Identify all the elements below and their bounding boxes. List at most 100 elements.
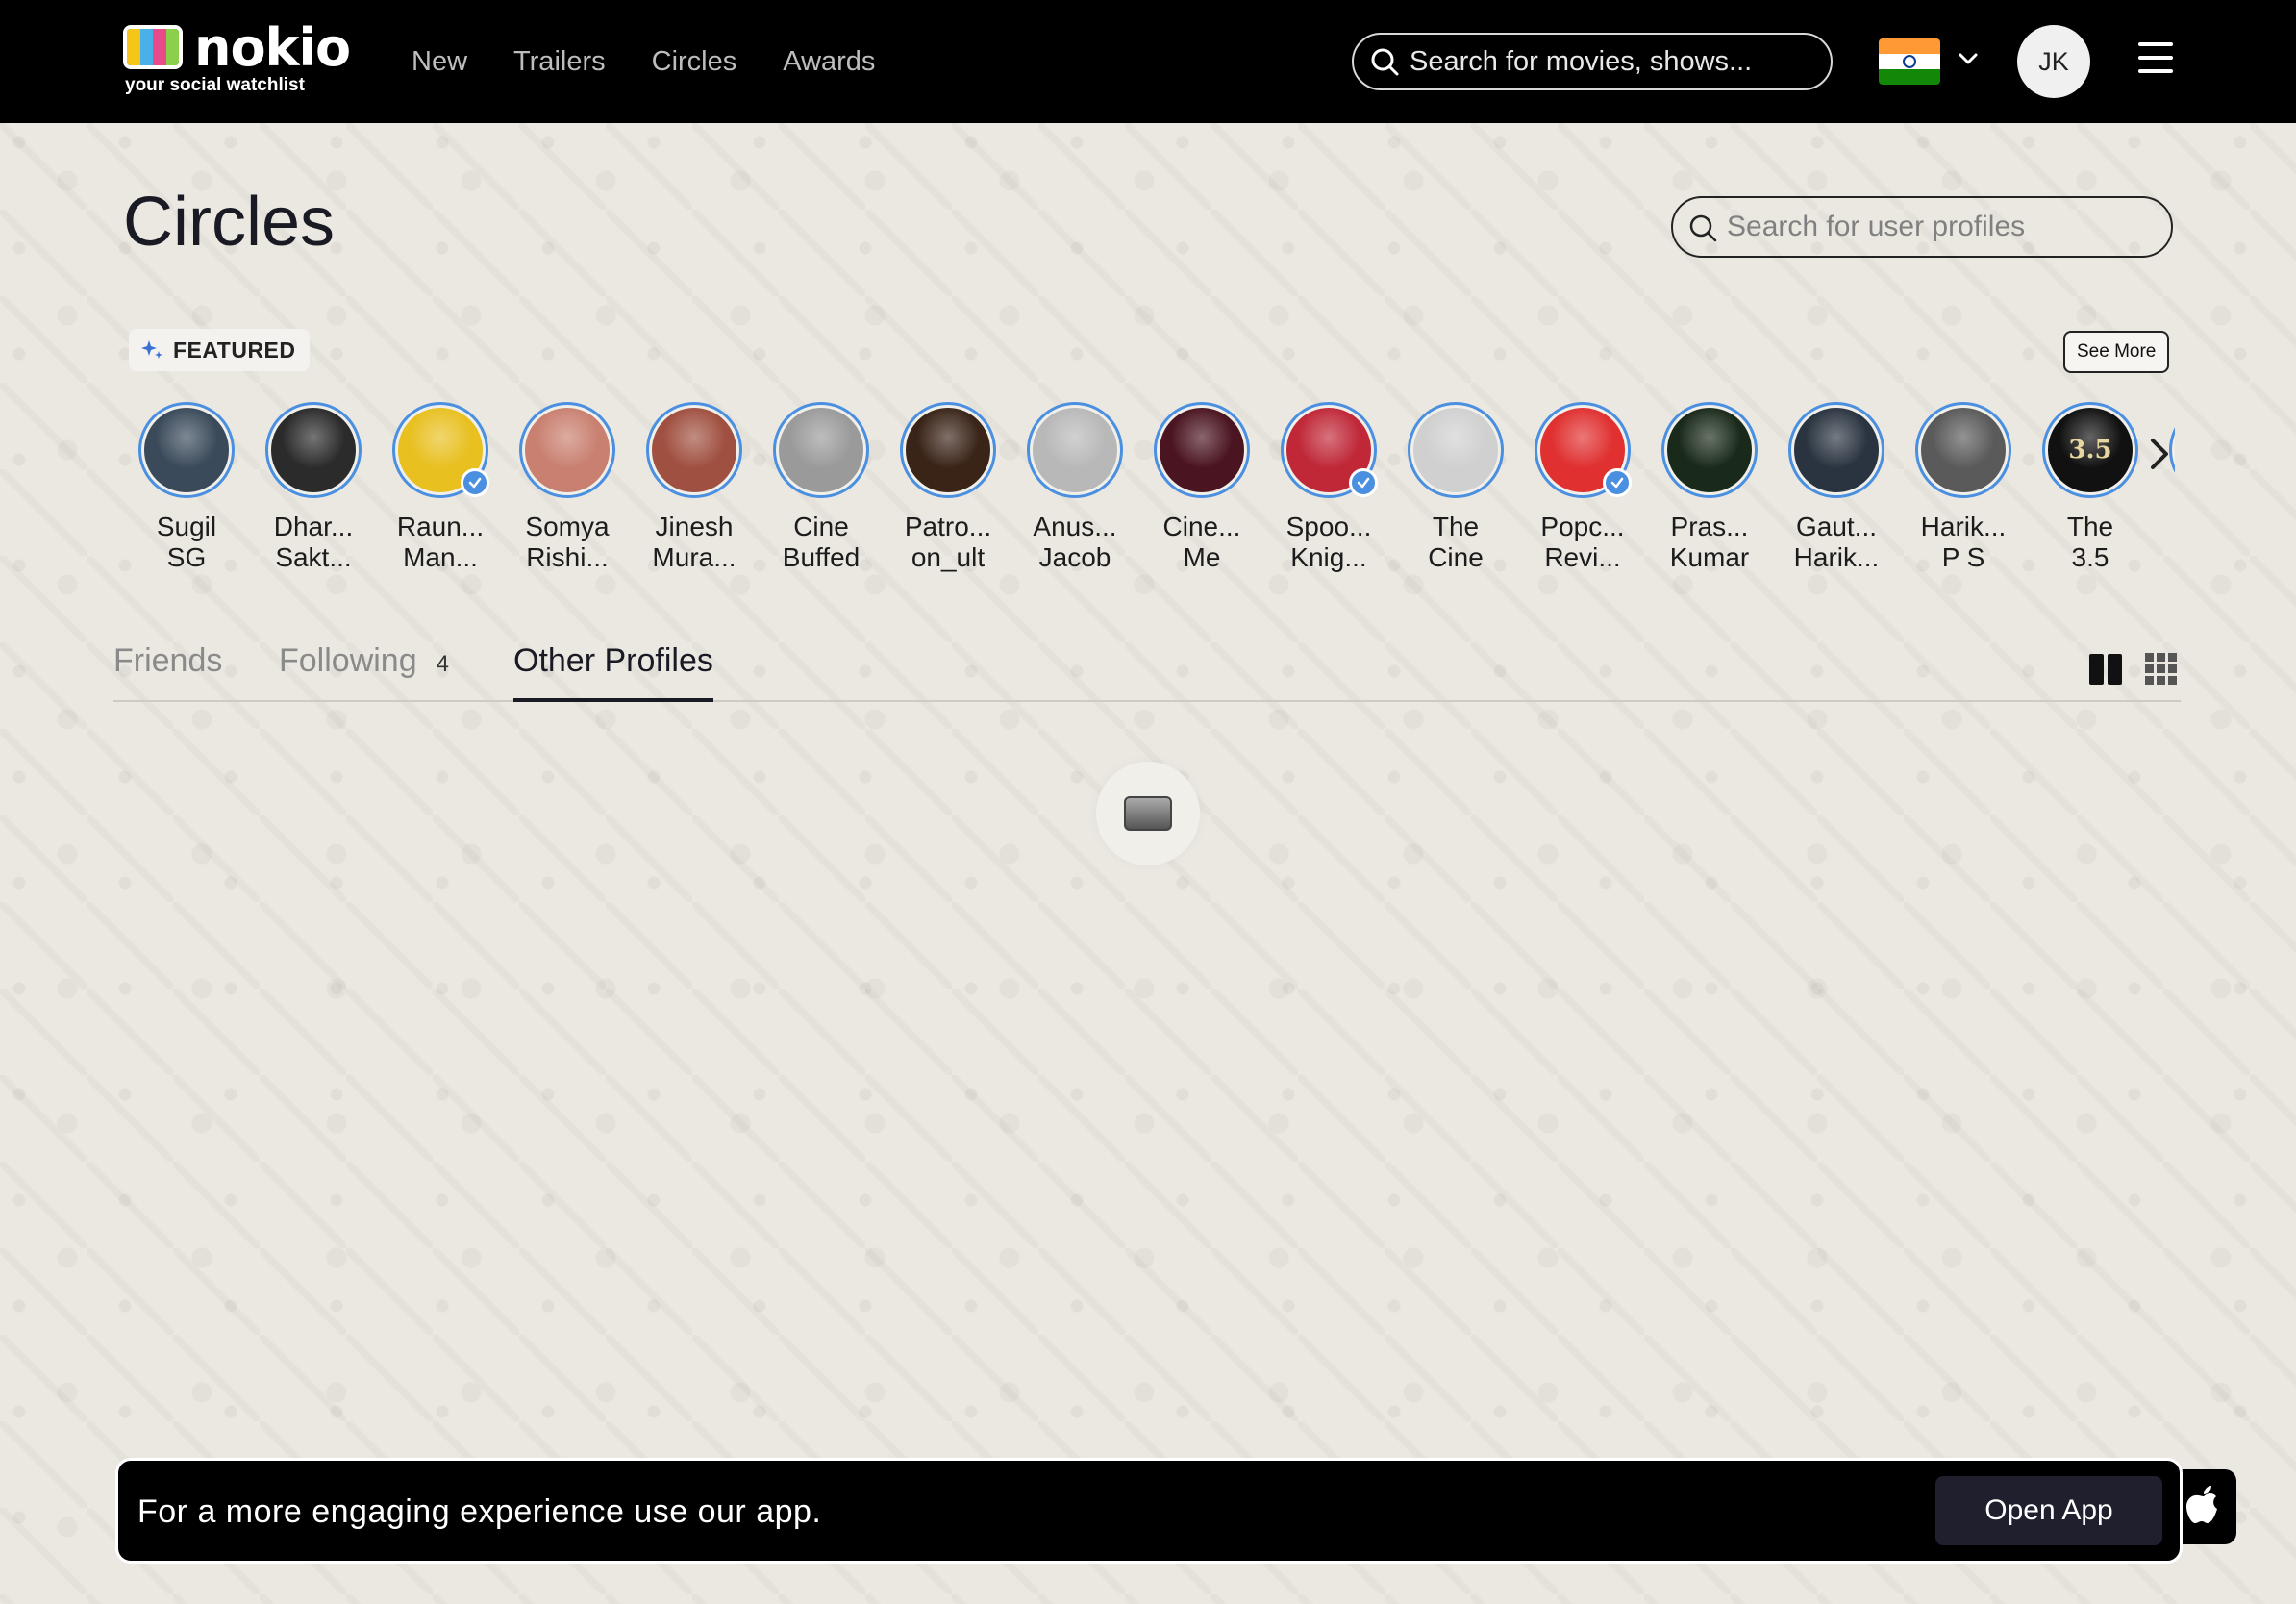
profile-picture (1160, 408, 1244, 492)
featured-profile[interactable]: Pras... Kumar (1646, 402, 1773, 573)
featured-profile[interactable]: Raun... Man... (377, 402, 504, 573)
open-app-button[interactable]: Open App (1935, 1476, 2162, 1545)
avatar (138, 402, 235, 498)
profile-search[interactable] (1671, 196, 2173, 258)
following-count: 4 (436, 651, 449, 677)
main-nav: New Trailers Circles Awards (412, 0, 875, 123)
featured-profile[interactable]: Gaut... Harik... (1773, 402, 1900, 573)
avatar (1408, 402, 1504, 498)
apple-icon (2186, 1486, 2217, 1523)
profile-picture: 3.5 (2048, 408, 2133, 492)
tv-loader-icon (1124, 796, 1172, 831)
profile-picture (1033, 408, 1117, 492)
see-more-button[interactable]: See More (2063, 331, 2170, 373)
brand-tagline: your social watchlist (125, 75, 305, 95)
nav-awards[interactable]: Awards (783, 46, 875, 78)
tab-other-profiles[interactable]: Other Profiles (513, 642, 713, 702)
profile-picture (1921, 408, 2006, 492)
profile-name: Harik... P S (1920, 512, 2007, 572)
menu-icon[interactable] (2138, 42, 2173, 77)
two-column-view-icon[interactable] (2088, 652, 2123, 687)
banner-message: For a more engaging experience use our a… (137, 1493, 822, 1530)
avatar (1154, 402, 1250, 498)
search-icon (1371, 48, 1399, 76)
profile-name: Jinesh Mura... (652, 512, 736, 572)
featured-profile[interactable]: Cine... Me (1138, 402, 1265, 573)
profile-search-input[interactable] (1727, 211, 2150, 243)
featured-profile[interactable]: The Cine (1392, 402, 1519, 573)
profile-picture (525, 408, 610, 492)
featured-label: FEATURED (129, 329, 310, 371)
avatar (392, 402, 489, 498)
avatar (1535, 402, 1632, 498)
tv-logo-icon (123, 25, 183, 69)
nav-new[interactable]: New (412, 46, 467, 78)
global-search-input[interactable] (1410, 45, 1813, 78)
profile-name: Dhar... Sakt... (273, 512, 354, 572)
avatar (519, 402, 615, 498)
profile-name: Cine... Me (1162, 512, 1241, 572)
india-flag-icon[interactable] (1879, 38, 1940, 85)
tab-friends[interactable]: Friends (113, 642, 222, 702)
profile-name: Cine Buffed (782, 512, 861, 572)
brand-name: nokio (194, 17, 351, 78)
avatar (1281, 402, 1378, 498)
chevron-down-icon[interactable] (1956, 46, 1981, 71)
profile-picture (1794, 408, 1879, 492)
featured-profile[interactable]: Popc... Revi... (1519, 402, 1646, 573)
avatar (900, 402, 996, 498)
app-download-banner: For a more engaging experience use our a… (115, 1458, 2183, 1564)
chevron-right-icon[interactable] (2138, 425, 2181, 483)
avatar (1788, 402, 1884, 498)
featured-profile[interactable]: Cine Buffed (758, 402, 885, 573)
profile-name: Popc... Revi... (1540, 512, 1625, 572)
featured-profile[interactable]: Patro... on_ult (885, 402, 1011, 573)
featured-profile[interactable]: Anus... Jacob (1011, 402, 1138, 573)
profile-name: Anus... Jacob (1033, 512, 1117, 572)
verified-check-icon (461, 468, 489, 497)
profile-name: The 3.5 (2066, 512, 2114, 572)
nokio-logo[interactable]: nokio your social watchlist (123, 17, 351, 100)
view-toggle (2088, 652, 2179, 687)
top-navigation-bar: nokio your social watchlist New Trailers… (0, 0, 2296, 123)
profile-picture (1667, 408, 1752, 492)
profile-picture (779, 408, 863, 492)
global-search[interactable] (1352, 33, 1833, 90)
profile-name: Raun... Man... (396, 512, 485, 572)
nav-circles[interactable]: Circles (652, 46, 737, 78)
tab-following[interactable]: Following 4 (279, 642, 449, 702)
featured-profile[interactable]: Sugil SG (123, 402, 250, 573)
profile-picture (271, 408, 356, 492)
profile-picture (1413, 408, 1498, 492)
profile-picture (906, 408, 990, 492)
avatar (1661, 402, 1758, 498)
profile-name: Sugil SG (156, 512, 217, 572)
avatar: 3.5 (2042, 402, 2138, 498)
featured-profile[interactable]: Jinesh Mura... (631, 402, 758, 573)
profile-name: Patro... on_ult (904, 512, 992, 572)
grid-view-icon[interactable] (2144, 652, 2179, 687)
avatar (646, 402, 742, 498)
featured-profile[interactable]: Spoo... Knig... (1265, 402, 1392, 573)
profile-name: Gaut... Harik... (1793, 512, 1880, 572)
featured-profile[interactable]: Somya Rishi... (504, 402, 631, 573)
search-icon (1689, 214, 1717, 242)
verified-check-icon (1349, 468, 1378, 497)
page-title: Circles (123, 184, 336, 261)
featured-profile[interactable]: Dhar... Sakt... (250, 402, 377, 573)
profile-picture (144, 408, 229, 492)
nav-trailers[interactable]: Trailers (513, 46, 606, 78)
loading-spinner (1096, 762, 1200, 865)
profile-name: Somya Rishi... (525, 512, 610, 572)
profile-name: Pras... Kumar (1669, 512, 1750, 572)
user-avatar[interactable]: JK (2017, 25, 2090, 98)
featured-profile[interactable]: 3.5 The 3.5 (2027, 402, 2154, 573)
featured-stories-row: Sugil SG Dhar... Sakt... Raun... Man... Somya R… (123, 402, 2175, 594)
verified-check-icon (1603, 468, 1632, 497)
profile-name: Spoo... Knig... (1285, 512, 1372, 572)
featured-profile[interactable]: Harik... P S (1900, 402, 2027, 573)
avatar (1027, 402, 1123, 498)
avatar (1915, 402, 2011, 498)
circle-tabs: Friends Following 4 Other Profiles (113, 642, 2181, 702)
profile-name: The Cine (1428, 512, 1484, 572)
